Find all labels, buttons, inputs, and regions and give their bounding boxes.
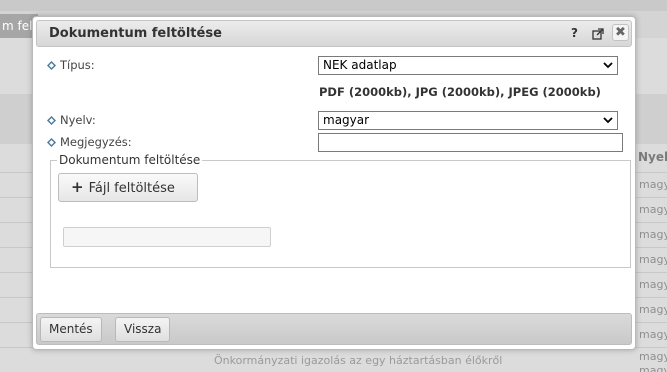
background-cell: magy bbox=[639, 303, 667, 316]
back-button[interactable]: Vissza bbox=[115, 317, 171, 342]
save-button[interactable]: Mentés bbox=[40, 317, 102, 342]
background-column-header: Nyelv bbox=[638, 150, 667, 164]
language-label-text: Nyelv: bbox=[60, 113, 96, 127]
type-select-value: NEK adatlap bbox=[323, 58, 397, 72]
language-label: Nyelv: bbox=[47, 113, 96, 127]
upload-dialog: Dokumentum feltöltése ? ✖ Típus: NEK ada… bbox=[32, 16, 636, 350]
dialog-footer: Mentés Vissza bbox=[36, 313, 632, 345]
file-upload-button-label: Fájl feltöltése bbox=[88, 181, 175, 196]
upload-fieldset: Dokumentum feltöltése + Fájl feltöltése bbox=[50, 153, 631, 268]
background-cell: magy bbox=[639, 328, 667, 341]
popout-icon[interactable] bbox=[592, 28, 604, 40]
note-label: Megjegyzés: bbox=[47, 135, 132, 149]
note-label-text: Megjegyzés: bbox=[60, 135, 132, 149]
note-input[interactable] bbox=[318, 133, 623, 152]
background-footer-text: Önkormányzati igazolás az egy háztartásb… bbox=[214, 354, 503, 367]
type-label-text: Típus: bbox=[60, 58, 95, 72]
dialog-titlebar[interactable]: Dokumentum feltöltése ? ✖ bbox=[36, 20, 632, 47]
language-select-value: magyar bbox=[323, 113, 370, 127]
background-top-bar bbox=[0, 0, 667, 11]
background-cell: magy bbox=[639, 350, 667, 363]
dialog-title: Dokumentum feltöltése bbox=[49, 26, 222, 41]
upload-fieldset-legend: Dokumentum feltöltése bbox=[57, 153, 203, 167]
type-select[interactable]: NEK adatlap bbox=[318, 56, 618, 75]
type-label: Típus: bbox=[47, 58, 95, 72]
close-button[interactable]: ✖ bbox=[612, 24, 629, 41]
chevron-down-icon bbox=[603, 62, 613, 69]
chevron-down-icon bbox=[603, 117, 613, 124]
upload-progress-bar bbox=[63, 227, 271, 247]
background-cell: magy bbox=[639, 178, 667, 191]
required-marker-icon bbox=[47, 116, 56, 125]
language-select[interactable]: magyar bbox=[318, 111, 618, 130]
required-marker-icon bbox=[47, 138, 56, 147]
plus-icon: + bbox=[71, 178, 84, 196]
background-cell: magy bbox=[639, 278, 667, 291]
background-cell: magy bbox=[639, 228, 667, 241]
required-marker-icon bbox=[47, 61, 56, 70]
file-upload-button[interactable]: + Fájl feltöltése bbox=[58, 173, 198, 202]
allowed-formats-text: PDF (2000kb), JPG (2000kb), JPEG (2000kb… bbox=[319, 85, 601, 99]
background-cell: magy bbox=[639, 364, 667, 372]
background-cell: magy bbox=[639, 253, 667, 266]
background-cell: magy bbox=[639, 203, 667, 216]
help-button[interactable]: ? bbox=[571, 26, 578, 40]
